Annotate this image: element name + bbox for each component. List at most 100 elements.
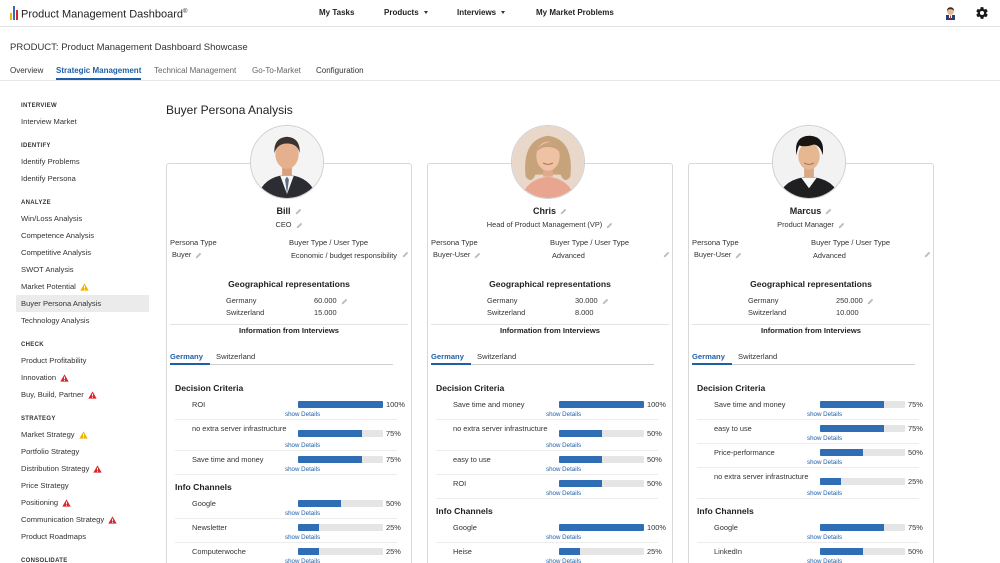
warning-icon [80, 282, 89, 291]
sidebar-item-price-strategy[interactable]: Price Strategy [16, 477, 149, 494]
criterion-label: Save time and money [453, 400, 525, 409]
sidebar-item-product-profitability[interactable]: Product Profitability [16, 352, 149, 369]
pencil-icon[interactable] [924, 251, 931, 258]
show-details-link[interactable]: show Details [546, 411, 581, 418]
nav-interviews[interactable]: Interviews [457, 8, 506, 17]
subtab-switzerland[interactable]: Switzerland [477, 352, 516, 361]
subtab-switzerland[interactable]: Switzerland [216, 352, 255, 361]
persona-role: CEO [166, 220, 412, 229]
sidebar-item-positioning[interactable]: Positioning [16, 494, 149, 511]
sidebar-item-identify-persona[interactable]: Identify Persona [16, 170, 149, 187]
nav-my-market-problems[interactable]: My Market Problems [536, 8, 614, 17]
show-details-link[interactable]: show Details [546, 442, 581, 449]
sidebar-item-distribution-strategy[interactable]: Distribution Strategy [16, 460, 149, 477]
geo-value-text: 250.000 [836, 296, 863, 305]
persona-type-text: Buyer-User [433, 250, 471, 259]
show-details-link[interactable]: show Details [807, 435, 842, 442]
sidebar-item-product-roadmaps[interactable]: Product Roadmaps [16, 528, 149, 545]
tab-configuration[interactable]: Configuration [316, 66, 364, 75]
pencil-icon[interactable] [825, 208, 832, 215]
sidebar-item-interview-market[interactable]: Interview Market [16, 113, 149, 130]
user-avatar-icon[interactable] [944, 6, 957, 20]
sidebar-item-buyer-persona-analysis[interactable]: Buyer Persona Analysis [16, 295, 149, 312]
sidebar-item-buy-build-partner[interactable]: Buy, Build, Partner [16, 386, 149, 403]
sidebar-item-win-loss-analysis[interactable]: Win/Loss Analysis [16, 210, 149, 227]
show-details-link[interactable]: show Details [807, 558, 842, 563]
show-details-link[interactable]: show Details [807, 411, 842, 418]
info-channels-heading: Info Channels [175, 482, 232, 492]
show-details-link[interactable]: show Details [807, 490, 842, 497]
show-details-link[interactable]: show Details [285, 442, 320, 449]
pencil-icon[interactable] [296, 222, 303, 229]
subtab-germany[interactable]: Germany [431, 352, 464, 361]
pencil-icon[interactable] [560, 208, 567, 215]
sidebar-item-portfolio-strategy[interactable]: Portfolio Strategy [16, 443, 149, 460]
show-details-link[interactable]: show Details [546, 466, 581, 473]
pencil-icon[interactable] [602, 298, 609, 305]
show-details-link[interactable]: show Details [807, 459, 842, 466]
pencil-icon[interactable] [474, 252, 481, 259]
show-details-link[interactable]: show Details [285, 411, 320, 418]
sidebar-item-swot-analysis[interactable]: SWOT Analysis [16, 261, 149, 278]
pencil-icon[interactable] [663, 251, 670, 258]
pencil-icon[interactable] [195, 252, 202, 259]
pencil-icon[interactable] [838, 222, 845, 229]
criterion-label: easy to use [453, 455, 491, 464]
gear-icon[interactable] [975, 6, 989, 20]
subtab-germany[interactable]: Germany [170, 352, 203, 361]
chevron-down-icon [423, 11, 428, 14]
pencil-icon[interactable] [295, 208, 302, 215]
pencil-icon[interactable] [341, 298, 348, 305]
pencil-icon[interactable] [402, 251, 409, 258]
progress-fill [559, 401, 644, 408]
show-details-link[interactable]: show Details [546, 534, 581, 541]
row-divider [436, 419, 658, 420]
row-divider [436, 542, 658, 543]
sidebar-item-competence-analysis[interactable]: Competence Analysis [16, 227, 149, 244]
criterion-label: no extra server infrastructure [714, 472, 809, 481]
persona-type-value: Buyer-User [694, 250, 742, 259]
sidebar-item-innovation[interactable]: Innovation [16, 369, 149, 386]
info-heading: Information from Interviews [500, 326, 600, 335]
pencil-icon[interactable] [735, 252, 742, 259]
pencil-icon[interactable] [606, 222, 613, 229]
tab-overview[interactable]: Overview [10, 66, 43, 75]
show-details-link[interactable]: show Details [546, 490, 581, 497]
app-title: Product Management Dashboard® [21, 8, 188, 21]
nav-products[interactable]: Products [384, 8, 428, 17]
progress-bar [820, 548, 905, 555]
progress-bar [559, 401, 644, 408]
persona-type-label: Persona Type [170, 238, 217, 247]
subtab-switzerland[interactable]: Switzerland [738, 352, 777, 361]
criterion-label: ROI [453, 479, 467, 488]
tab-strategic-management[interactable]: Strategic Management [56, 66, 142, 80]
show-details-link[interactable]: show Details [546, 558, 581, 563]
row-divider [436, 450, 658, 451]
nav-my-tasks[interactable]: My Tasks [319, 8, 354, 17]
sidebar-item-label: Interview Market [21, 117, 77, 126]
pencil-icon[interactable] [867, 298, 874, 305]
sidebar-item-market-potential[interactable]: Market Potential [16, 278, 149, 295]
sidebar-item-technology-analysis[interactable]: Technology Analysis [16, 312, 149, 329]
show-details-link[interactable]: show Details [285, 510, 320, 517]
geo-country: Germany [487, 296, 518, 305]
percent-value: 100% [647, 523, 666, 532]
show-details-link[interactable]: show Details [285, 558, 320, 563]
info-heading: Information from Interviews [761, 326, 861, 335]
alert-icon [108, 515, 117, 524]
progress-bar [820, 449, 905, 456]
app-logo[interactable]: Product Management Dashboard® [10, 5, 187, 22]
criterion-label: Google [714, 523, 738, 532]
subtab-germany[interactable]: Germany [692, 352, 725, 361]
show-details-link[interactable]: show Details [285, 534, 320, 541]
sidebar-item-market-strategy[interactable]: Market Strategy [16, 426, 149, 443]
tab-go-to-market[interactable]: Go-To-Market [252, 66, 301, 75]
geo-country: Switzerland [748, 308, 787, 317]
show-details-link[interactable]: show Details [807, 534, 842, 541]
sidebar-item-competitive-analysis[interactable]: Competitive Analysis [16, 244, 149, 261]
percent-value: 50% [647, 479, 662, 488]
tab-technical-management[interactable]: Technical Management [154, 66, 236, 75]
sidebar-item-communication-strategy[interactable]: Communication Strategy [16, 511, 149, 528]
sidebar-item-identify-problems[interactable]: Identify Problems [16, 153, 149, 170]
show-details-link[interactable]: show Details [285, 466, 320, 473]
